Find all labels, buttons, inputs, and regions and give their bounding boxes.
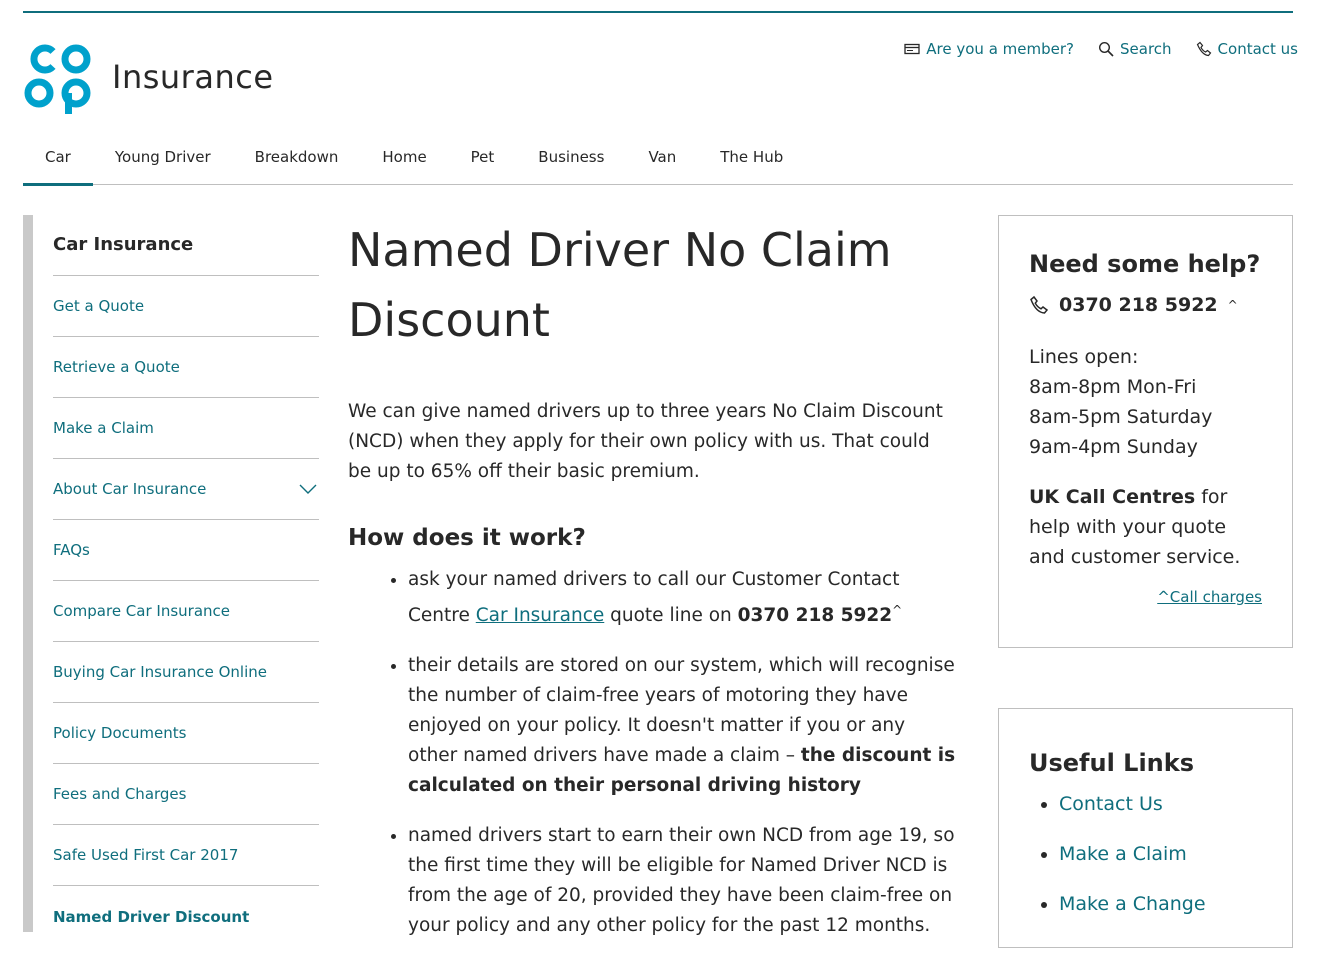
search-icon [1098, 41, 1114, 57]
sidebar-item-make-a-claim[interactable]: Make a Claim [53, 398, 319, 459]
sidebar-item-label: FAQs [53, 541, 90, 559]
sidebar-item-label: About Car Insurance [53, 480, 207, 498]
list-item: named drivers start to earn their own NC… [408, 821, 958, 941]
top-rule [23, 11, 1293, 13]
hours-weekday: 8am-8pm Mon-Fri [1029, 376, 1197, 398]
chevron-down-icon[interactable] [299, 483, 317, 495]
search-link[interactable]: Search [1098, 40, 1172, 58]
step-text: named drivers start to earn their own NC… [408, 825, 955, 937]
section-heading: How does it work? [348, 525, 586, 551]
sidebar-item-retrieve-a-quote[interactable]: Retrieve a Quote [53, 337, 319, 398]
help-phone[interactable]: 0370 218 5922 ^ [1029, 294, 1262, 316]
phone-icon [1030, 295, 1049, 314]
help-title: Need some help? [1029, 250, 1261, 278]
tab-pet[interactable]: Pet [449, 131, 517, 185]
utility-nav: Are you a member? Search Contact us [904, 40, 1298, 58]
tab-the-hub[interactable]: The Hub [698, 131, 805, 185]
sidebar-item-label: Buying Car Insurance Online [53, 663, 267, 681]
call-charges: ^Call charges [1029, 588, 1262, 606]
sidebar-item-faqs[interactable]: FAQs [53, 520, 319, 581]
steps-list: ask your named drivers to call our Custo… [348, 565, 958, 941]
sidebar-item-compare-car-insurance[interactable]: Compare Car Insurance [53, 581, 319, 642]
call-charge-mark: ^ [892, 603, 903, 617]
brand-name: Insurance [112, 58, 274, 96]
tab-car[interactable]: Car [23, 131, 93, 186]
sidebar-item-get-a-quote[interactable]: Get a Quote [53, 276, 319, 337]
help-phone-number: 0370 218 5922 [1059, 294, 1218, 316]
membership-card-icon [904, 43, 920, 55]
tab-young-driver[interactable]: Young Driver [93, 131, 233, 185]
sidebar-item-label: Get a Quote [53, 297, 145, 315]
tab-business[interactable]: Business [516, 131, 626, 185]
quote-phone-number: 0370 218 5922 [737, 605, 893, 627]
lines-label: Lines open: [1029, 346, 1139, 368]
list-item: Make a Change [1059, 889, 1262, 919]
sidebar-item-label: Make a Claim [53, 419, 154, 437]
call-charges-link[interactable]: ^Call charges [1157, 588, 1262, 606]
car-insurance-link[interactable]: Car Insurance [476, 605, 605, 626]
list-item: Make a Claim [1059, 839, 1262, 869]
call-charge-mark: ^ [1227, 298, 1238, 312]
useful-links-list: Contact Us Make a Claim Make a Change [1029, 789, 1262, 919]
member-link-label: Are you a member? [926, 40, 1074, 58]
sidebar-item-label: Compare Car Insurance [53, 602, 231, 620]
tab-home[interactable]: Home [360, 131, 448, 185]
page-title: Named Driver No Claim Discount [348, 223, 892, 347]
list-item: their details are stored on our system, … [408, 651, 958, 801]
sidebar-item-label: Named Driver Discount [53, 907, 250, 926]
phone-icon [1196, 41, 1211, 57]
sidebar-item-label: Policy Documents [53, 724, 187, 742]
sidebar: Car Insurance Get a Quote Retrieve a Quo… [23, 215, 319, 932]
sidebar-item-label: Retrieve a Quote [53, 358, 180, 376]
useful-links-box: Useful Links Contact Us Make a Claim Mak… [998, 708, 1293, 948]
sidebar-item-safe-used-first-car[interactable]: Safe Used First Car 2017 [53, 825, 319, 886]
step-text: quote line on [604, 605, 738, 627]
contact-link[interactable]: Contact us [1196, 40, 1298, 58]
sidebar-item-named-driver-discount[interactable]: Named Driver Discount [53, 886, 319, 947]
sidebar-title: Car Insurance [53, 215, 319, 276]
help-box: Need some help? 0370 218 5922 ^ Lines ope… [998, 215, 1293, 648]
list-item: Contact Us [1059, 789, 1262, 819]
call-centres-text: UK Call Centres for help with your quote… [1029, 482, 1262, 572]
main-nav: Car Young Driver Breakdown Home Pet Busi… [23, 131, 1293, 186]
useful-link-contact-us[interactable]: Contact Us [1059, 793, 1163, 815]
sidebar-item-fees-and-charges[interactable]: Fees and Charges [53, 764, 319, 825]
sidebar-item-policy-documents[interactable]: Policy Documents [53, 703, 319, 764]
opening-hours: Lines open: 8am-8pm Mon-Fri 8am-5pm Satu… [1029, 342, 1262, 462]
intro-paragraph: We can give named drivers up to three ye… [348, 401, 943, 482]
sidebar-item-label: Safe Used First Car 2017 [53, 846, 239, 864]
tab-van[interactable]: Van [626, 131, 698, 185]
call-centres-bold: UK Call Centres [1029, 486, 1196, 508]
hours-saturday: 8am-5pm Saturday [1029, 406, 1213, 428]
list-item: ask your named drivers to call our Custo… [408, 565, 958, 631]
hours-sunday: 9am-4pm Sunday [1029, 436, 1198, 458]
main-content: Named Driver No Claim Discount We can gi… [348, 215, 958, 961]
sidebar-item-buying-online[interactable]: Buying Car Insurance Online [53, 642, 319, 703]
useful-link-make-a-change[interactable]: Make a Change [1059, 893, 1206, 915]
contact-link-label: Contact us [1217, 40, 1298, 58]
useful-link-make-a-claim[interactable]: Make a Claim [1059, 843, 1187, 865]
sidebar-item-about-car-insurance[interactable]: About Car Insurance [53, 459, 319, 520]
sidebar-item-label: Fees and Charges [53, 785, 187, 803]
search-link-label: Search [1120, 40, 1172, 58]
coop-logo[interactable] [23, 43, 93, 115]
tab-breakdown[interactable]: Breakdown [233, 131, 361, 185]
member-link[interactable]: Are you a member? [904, 40, 1074, 58]
useful-links-title: Useful Links [1029, 749, 1195, 777]
